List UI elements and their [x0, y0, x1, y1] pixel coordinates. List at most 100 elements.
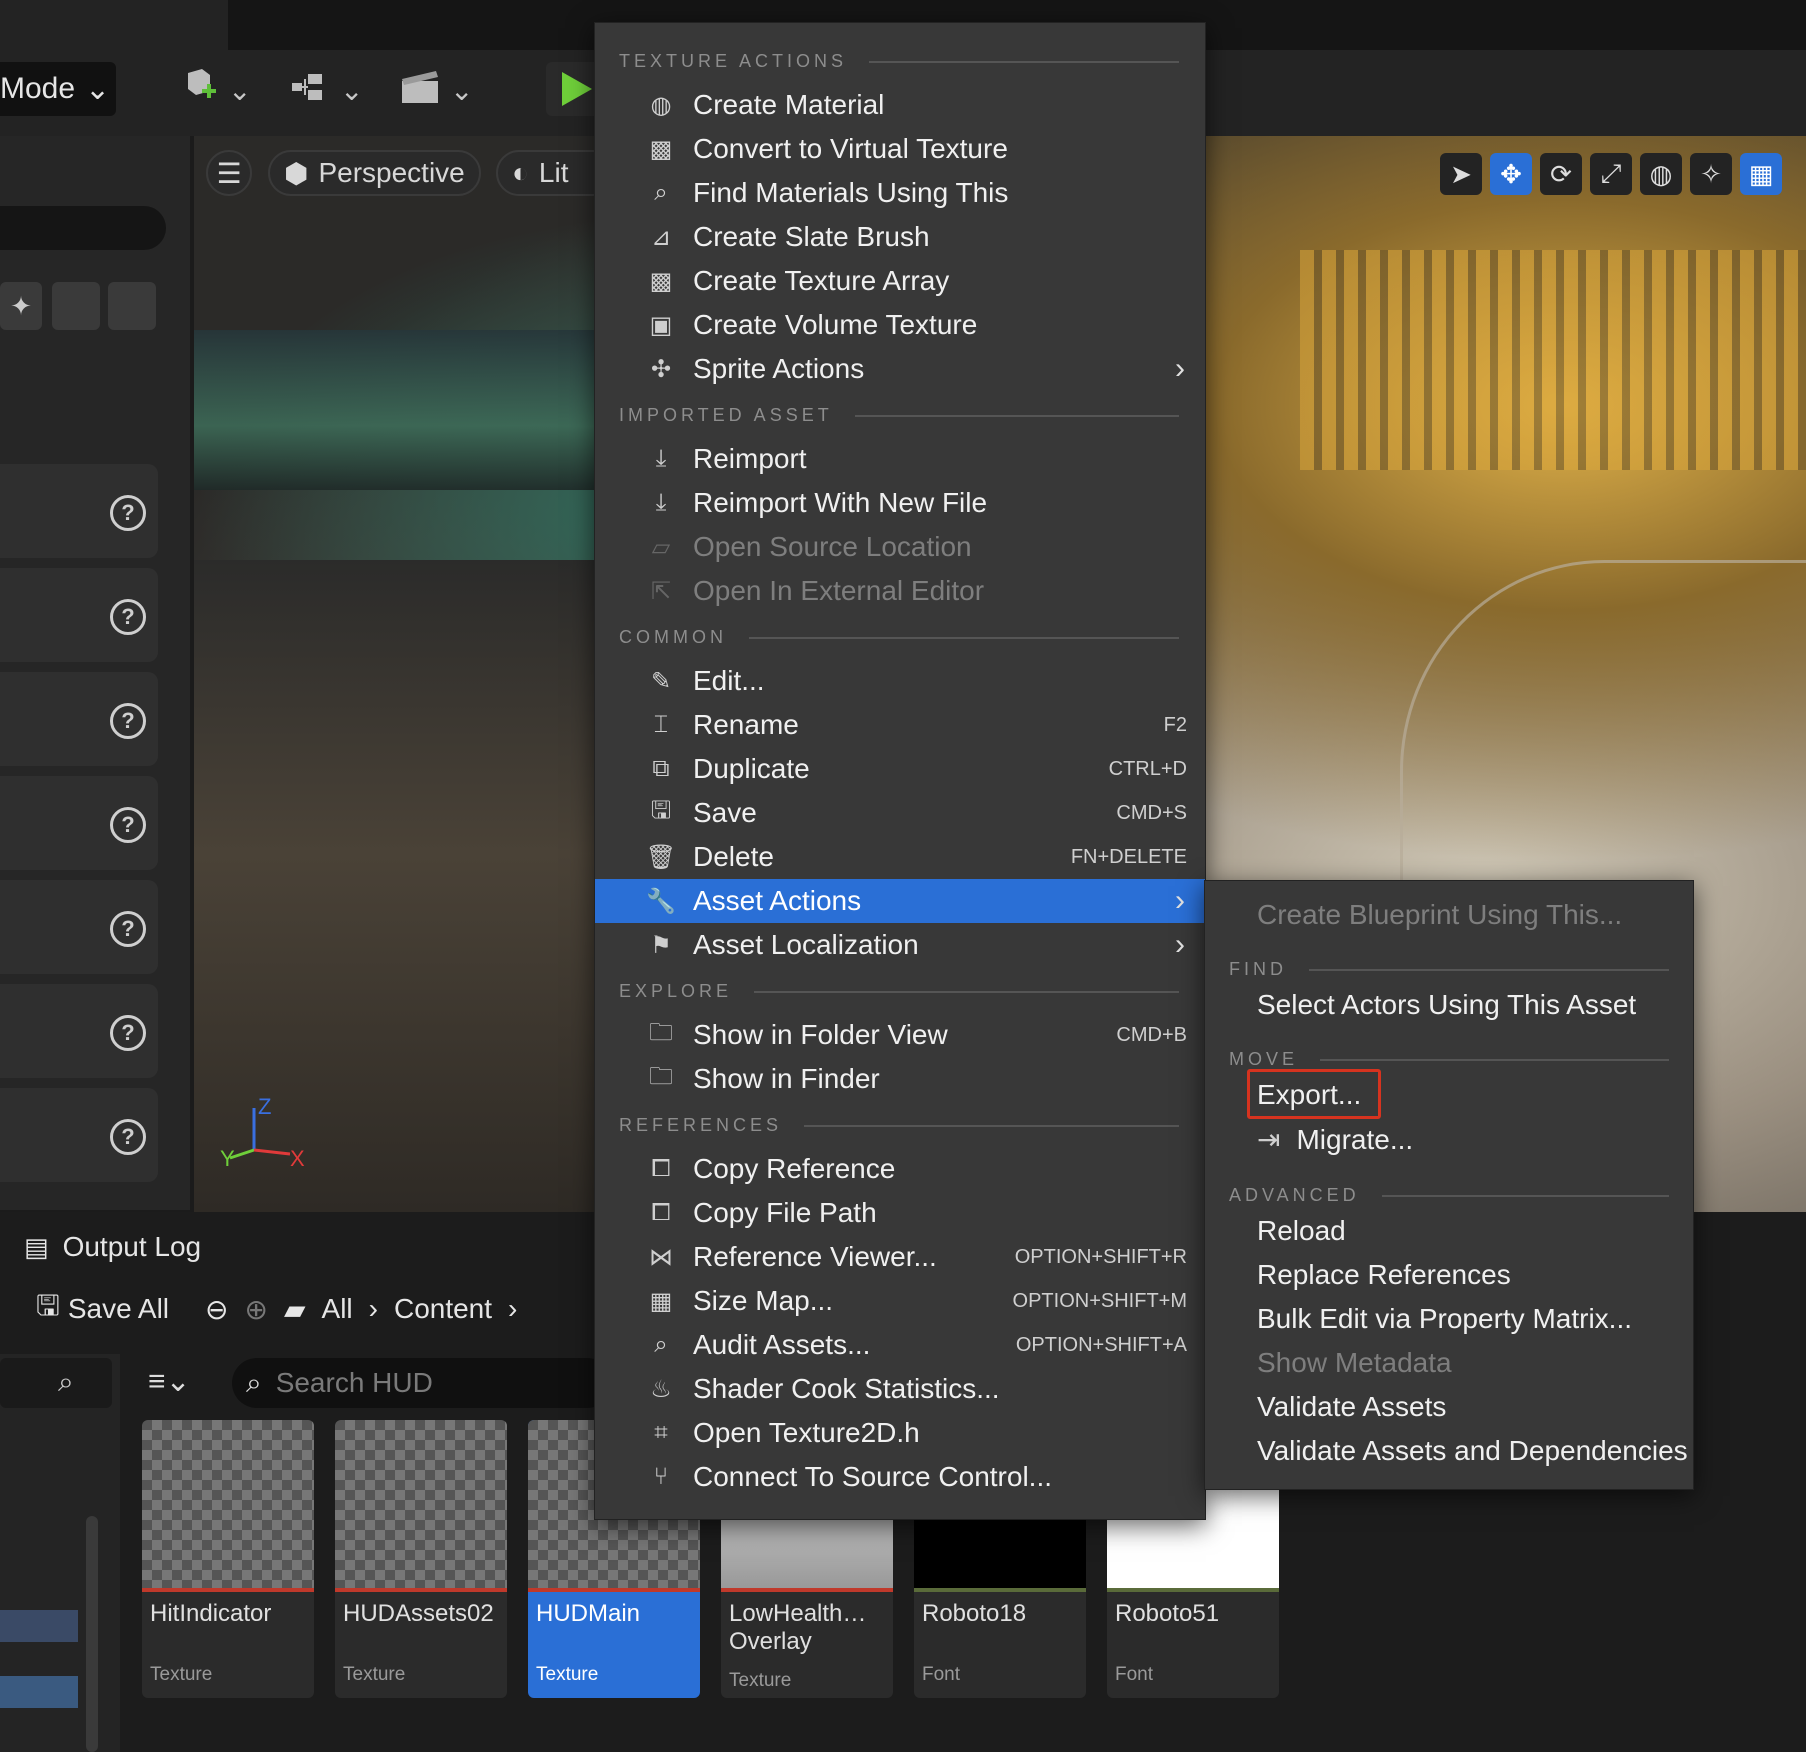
copy-icon: ⧠ — [651, 1155, 671, 1182]
menu-create-volume-texture[interactable]: ▣ Create Volume Texture — [595, 303, 1205, 347]
menu-find-materials[interactable]: ⌕ Find Materials Using This — [595, 171, 1205, 215]
menu-label: Replace References — [1257, 1259, 1511, 1290]
asset-name: HUDAssets02 — [343, 1600, 494, 1627]
menu-label: Reimport With New File — [693, 487, 988, 518]
output-log-tab[interactable]: ▤ Output Log — [0, 1220, 600, 1274]
sources-item[interactable] — [0, 1610, 78, 1642]
asset-search-input[interactable]: ⌕ Search HUD — [232, 1358, 612, 1408]
section-label: EXPLORE — [619, 981, 733, 1001]
asset-tile[interactable]: HitIndicator Texture — [142, 1420, 314, 1698]
back-icon[interactable]: ⊖ — [205, 1293, 228, 1326]
submenu-export[interactable]: Export... — [1257, 1079, 1361, 1111]
menu-edit[interactable]: ✎ Edit... — [595, 659, 1205, 703]
menu-copy-file-path[interactable]: ⧠ Copy File Path — [595, 1191, 1205, 1235]
menu-save[interactable]: 🖫 Save CMD+S — [595, 791, 1205, 835]
globe-icon[interactable]: ◍ — [1640, 153, 1682, 195]
perspective-button[interactable]: ⬢ Perspective — [268, 150, 481, 196]
panel-row[interactable]: ? — [0, 984, 158, 1078]
menu-convert-virtual-texture[interactable]: ▩ Convert to Virtual Texture — [595, 127, 1205, 171]
panel-row[interactable]: ? — [0, 672, 158, 766]
submenu-validate-assets[interactable]: Validate Assets — [1257, 1391, 1446, 1423]
help-icon[interactable]: ? — [110, 911, 146, 947]
filter-icon[interactable]: ≡⌄ — [148, 1364, 191, 1399]
blueprints-button[interactable]: ⌄ — [290, 64, 363, 116]
menu-create-texture-array[interactable]: ▩ Create Texture Array — [595, 259, 1205, 303]
sources-scrollbar[interactable] — [86, 1516, 98, 1752]
grid-icon[interactable]: ▦ — [1740, 153, 1782, 195]
submenu-validate-dependencies[interactable]: Validate Assets and Dependencies — [1257, 1435, 1688, 1467]
effects-icon[interactable]: ✦ — [0, 282, 42, 330]
menu-label: Export... — [1257, 1079, 1362, 1110]
menu-connect-source-control[interactable]: ⑂ Connect To Source Control... — [595, 1455, 1205, 1499]
find-icon: ⌕ — [654, 179, 668, 206]
asset-type: Font — [1115, 1664, 1154, 1685]
content-browser-toolbar: 🖫 Save All ⊖ ⊕ ▰ All › Content › — [0, 1278, 600, 1340]
save-all-button[interactable]: 🖫 Save All — [36, 1285, 169, 1333]
menu-label: Reimport — [693, 443, 807, 474]
submenu-migrate[interactable]: ⇥ Migrate... — [1257, 1123, 1413, 1156]
panel-row[interactable]: ? — [0, 1088, 158, 1182]
section-advanced: ADVANCED — [1229, 1185, 1669, 1206]
menu-copy-reference[interactable]: ⧠ Copy Reference — [595, 1147, 1205, 1191]
folder-open-icon: ▱ — [651, 533, 671, 561]
submenu-bulk-edit[interactable]: Bulk Edit via Property Matrix... — [1257, 1303, 1632, 1335]
cinematics-button[interactable]: ⌄ — [400, 64, 473, 116]
panel-row[interactable]: ? — [0, 464, 158, 558]
menu-show-in-folder-view[interactable]: 🗀 Show in Folder View CMD+B — [595, 1013, 1205, 1057]
chevron-right-icon: › — [1175, 884, 1185, 917]
volumes-icon[interactable] — [108, 282, 156, 330]
scale-icon[interactable]: ⤢ — [1590, 153, 1632, 195]
asset-type: Texture — [150, 1664, 213, 1685]
menu-open-texture2d[interactable]: ⌗ Open Texture2D.h — [595, 1411, 1205, 1455]
add-actor-button[interactable]: ⌄ — [180, 64, 251, 116]
menu-label: Validate Assets — [1257, 1391, 1447, 1422]
sources-search[interactable]: ⌕ — [0, 1358, 112, 1408]
brush-icon: ⊿ — [650, 223, 672, 251]
snap-icon[interactable]: ✧ — [1690, 153, 1732, 195]
sources-item-selected[interactable] — [0, 1676, 78, 1708]
menu-size-map[interactable]: ▦ Size Map... OPTION+SHIFT+M — [595, 1279, 1205, 1323]
menu-shader-cook-statistics[interactable]: ♨ Shader Cook Statistics... — [595, 1367, 1205, 1411]
panel-row[interactable]: ? — [0, 568, 158, 662]
menu-reimport[interactable]: ⤓ Reimport — [595, 437, 1205, 481]
menu-delete[interactable]: 🗑 Delete FN+DELETE — [595, 835, 1205, 879]
help-icon[interactable]: ? — [110, 599, 146, 635]
menu-rename[interactable]: ⌶ Rename F2 — [595, 703, 1205, 747]
submenu-select-actors[interactable]: Select Actors Using This Asset — [1257, 989, 1636, 1021]
menu-sprite-actions[interactable]: ✣ Sprite Actions › — [595, 347, 1205, 391]
asset-thumbnail — [142, 1420, 314, 1588]
forward-icon[interactable]: ⊕ — [245, 1293, 268, 1326]
submenu-replace-references[interactable]: Replace References — [1257, 1259, 1511, 1291]
menu-audit-assets[interactable]: ⌕ Audit Assets... OPTION+SHIFT+A — [595, 1323, 1205, 1367]
help-icon[interactable]: ? — [110, 807, 146, 843]
menu-reimport-new-file[interactable]: ⤓ Reimport With New File — [595, 481, 1205, 525]
move-icon[interactable]: ✥ — [1490, 153, 1532, 195]
viewport-menu-button[interactable]: ☰ — [206, 150, 252, 196]
migrate-icon: ⇥ — [1257, 1124, 1281, 1155]
folder-search-icon: 🗀 — [649, 1018, 673, 1046]
help-icon[interactable]: ? — [110, 1119, 146, 1155]
menu-reference-viewer[interactable]: ⋈ Reference Viewer... OPTION+SHIFT+R — [595, 1235, 1205, 1279]
help-icon[interactable]: ? — [110, 703, 146, 739]
menu-create-material[interactable]: ◍ Create Material — [595, 83, 1205, 127]
menu-asset-actions[interactable]: 🔧 Asset Actions › — [595, 879, 1205, 923]
menu-asset-localization[interactable]: ⚑ Asset Localization › — [595, 923, 1205, 967]
select-icon[interactable]: ➤ — [1440, 153, 1482, 195]
shapes-icon[interactable] — [52, 282, 100, 330]
asset-tile[interactable]: HUDAssets02 Texture — [335, 1420, 507, 1698]
panel-search-input[interactable] — [0, 206, 166, 250]
material-icon: ◍ — [650, 91, 672, 119]
menu-show-in-finder[interactable]: 🗀 Show in Finder — [595, 1057, 1205, 1101]
mode-dropdown[interactable]: Mode ⌄ — [0, 62, 116, 116]
panel-row[interactable]: ? — [0, 880, 158, 974]
submenu-reload[interactable]: Reload — [1257, 1215, 1346, 1247]
help-icon[interactable]: ? — [110, 495, 146, 531]
menu-duplicate[interactable]: ⧉ Duplicate CTRL+D — [595, 747, 1205, 791]
panel-row[interactable]: ? — [0, 776, 158, 870]
rotate-icon[interactable]: ⟳ — [1540, 153, 1582, 195]
breadcrumb-all[interactable]: All — [322, 1293, 353, 1325]
help-icon[interactable]: ? — [110, 1015, 146, 1051]
menu-create-slate-brush[interactable]: ⊿ Create Slate Brush — [595, 215, 1205, 259]
shortcut-label: FN+DELETE — [1070, 845, 1187, 868]
breadcrumb-content[interactable]: Content — [394, 1293, 492, 1325]
